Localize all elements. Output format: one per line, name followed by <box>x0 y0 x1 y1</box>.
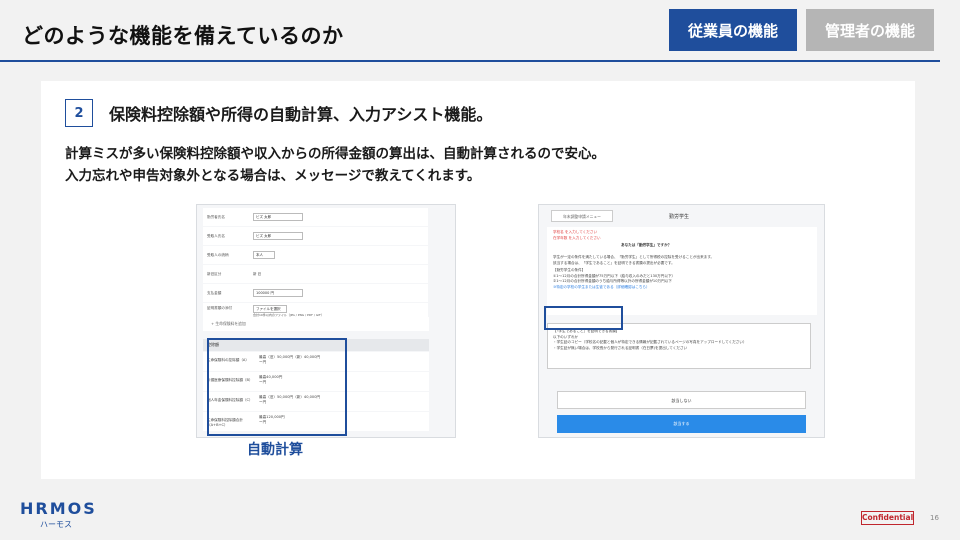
hrmos-logo: HRMOS ハーモス <box>20 499 97 530</box>
form-row: 勤労者氏名 ビズ 太郎 <box>203 208 428 226</box>
tab-employee-features[interactable]: 従業員の機能 <box>669 9 797 51</box>
logo-text: HRMOS <box>20 499 97 518</box>
form-row: 証明書類の添付 ファイルを選択 合計10件以内のファイル（JPG / PNG /… <box>203 303 428 317</box>
radio-group: 新 旧 <box>253 271 262 276</box>
tab-admin-features[interactable]: 管理者の機能 <box>806 9 934 51</box>
form-label: 証明書類の添付 <box>207 306 233 310</box>
alert-highlight <box>544 306 623 330</box>
page-number: 16 <box>930 514 939 522</box>
section-number: 2 <box>65 99 93 127</box>
applicable-button: 該当する <box>557 415 806 433</box>
form-input: ビズ 太郎 <box>253 213 303 221</box>
title-rule <box>0 60 940 62</box>
question-panel: 学校名 を入力してください 在学年数 を入力してください あなたは「勤労学生」で… <box>547 227 817 315</box>
not-applicable-button: 該当しない <box>557 391 806 409</box>
content-card: 2 保険料控除額や所得の自動計算、入力アシスト機能。 計算ミスが多い保険料控除額… <box>41 81 915 479</box>
form-input: ビズ 太郎 <box>253 232 303 240</box>
question-text: あなたは「勤労学生」ですか？ <box>621 243 672 247</box>
body-line: 入力忘れや申告対象外となる場合は、メッセージで教えてくれます。 <box>65 168 481 184</box>
form-label: 勤労者氏名 <box>207 214 225 219</box>
file-input: ファイルを選択 <box>253 305 287 313</box>
input-assist-screenshot: 年末調整申請メニュー 勤労学生 学校名 を入力してください 在学年数 を入力して… <box>538 204 825 438</box>
logo-subtext: ハーモス <box>40 520 72 529</box>
form-row: 受取人氏名 ビズ 太郎 <box>203 227 428 245</box>
auto-calc-caption: 自動計算 <box>247 442 303 458</box>
form-label: 受取人氏名 <box>207 233 225 238</box>
form-row: 新旧区分 新 旧 <box>203 265 428 283</box>
form-label: 支払金額 <box>207 290 222 295</box>
form-row: 支払金額 100000 円 <box>203 284 428 302</box>
menu-tab: 年末調整申請メニュー <box>551 210 613 222</box>
screen-title: 勤労学生 <box>669 214 690 220</box>
form-label: 新旧区分 <box>207 271 222 276</box>
section-heading: 保険料控除額や所得の自動計算、入力アシスト機能。 <box>109 105 493 124</box>
description: 学生が一定の条件を満たしている場合、「勤労学生」として所得税の控除を受けることが… <box>553 255 715 289</box>
form-row: 受取人の続柄 本人 <box>203 246 428 264</box>
auto-calc-highlight <box>207 338 347 436</box>
slide-title: どのような機能を備えているのか <box>22 24 344 48</box>
add-insurance-link: + 生命保険料を追加 <box>203 317 429 331</box>
form-select: 本人 <box>253 251 275 259</box>
body-line: 計算ミスが多い保険料控除額や収入からの所得金額の算出は、自動計算されるので安心。 <box>65 146 605 162</box>
auto-calc-screenshot: 勤労者氏名 ビズ 太郎 受取人氏名 ビズ 太郎 受取人の続柄 本人 新旧区分 新… <box>196 204 456 438</box>
alert-messages: 学校名 を入力してください 在学年数 を入力してください <box>553 230 601 240</box>
form-label: 受取人の続柄 <box>207 252 229 257</box>
form-input: 100000 円 <box>253 289 303 297</box>
confidential-badge: Confidential <box>861 511 914 525</box>
section-body: 計算ミスが多い保険料控除額や収入からの所得金額の算出は、自動計算されるので安心。… <box>65 143 605 187</box>
